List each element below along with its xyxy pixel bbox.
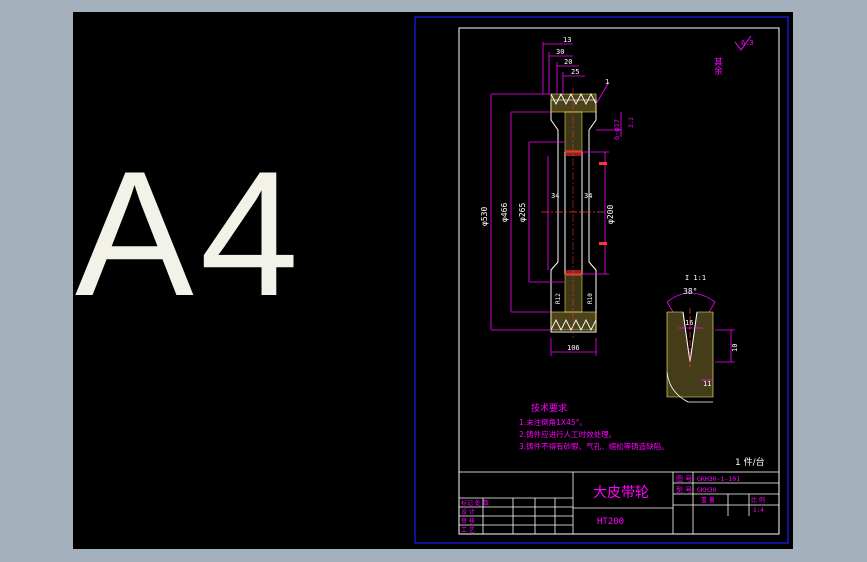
roughness-note: 其余 — [712, 57, 723, 76]
svg-text:6.3: 6.3 — [741, 39, 754, 47]
dim-dia200: φ200 — [606, 205, 615, 224]
detail-angle: 38° — [683, 287, 697, 296]
dim-dia265: φ265 — [518, 203, 527, 222]
material: HT200 — [597, 517, 624, 527]
tech-req-item-2: 2.铸件应进行人工时效处理。 — [519, 429, 616, 439]
part-name: 大皮带轮 — [593, 485, 649, 501]
dim-30: 30 — [556, 48, 564, 56]
dim-20: 20 — [564, 58, 572, 66]
roughness-symbol: 6.3 — [734, 35, 754, 51]
dim-13: 13 — [563, 36, 571, 44]
tech-req-item-1: 1.未注倒角1X45°。 — [519, 417, 587, 427]
dim-34-right: 34 — [584, 192, 592, 200]
hole-marker-top — [599, 162, 607, 165]
detail-10: 10 — [731, 344, 739, 352]
groove-roughness: 3.2 — [628, 117, 635, 128]
dim-dia466: φ466 — [500, 203, 509, 222]
dim-25: 25 — [571, 68, 579, 76]
dim-r10: R10 — [587, 293, 594, 304]
scale-label: 比 例 — [751, 496, 765, 504]
outer-frame — [414, 16, 789, 544]
quantity-note: 1 件/台 — [735, 456, 765, 468]
dim-width106: 106 — [567, 344, 580, 352]
pulley-section — [541, 88, 607, 338]
detail-scale: I 1:1 — [685, 274, 706, 282]
tech-req-item-3: 3.铸件不得有砂眼、气孔、缩松等铸造缺陷。 — [519, 441, 669, 451]
drawing-viewport[interactable]: A4 6.3 其余 13 30 20 25 1 6-φ17 φ530 φ466 … — [73, 12, 793, 549]
sheet-size-label: A4 — [75, 134, 305, 333]
detail-16: 16 — [685, 319, 693, 327]
cad-drawing-canvas: A4 6.3 其余 13 30 20 25 1 6-φ17 φ530 φ466 … — [75, 16, 789, 544]
tb-row-4: 工 艺 — [461, 526, 475, 534]
detail-11: 11 — [703, 380, 711, 388]
inner-frame — [458, 27, 780, 535]
code: GKH30 — [697, 486, 717, 494]
dim-34-left: 34 — [551, 192, 559, 200]
drawing-no: GKH30-1-101 — [697, 475, 740, 483]
drawing-no-label: 图 号 — [676, 475, 692, 483]
hole-marker-bottom — [599, 242, 607, 245]
dim-r12: R12 — [555, 293, 562, 304]
tb-row-3: 审 核 — [461, 517, 475, 525]
groove-detail — [666, 292, 735, 403]
scale-value: 1:4 — [753, 507, 764, 514]
dim-chamfer: 1 — [605, 78, 609, 86]
dim-dia530: φ530 — [480, 207, 489, 226]
tb-row-1: 标记 处 数 — [461, 499, 489, 507]
dim-holes: 6-φ17 — [613, 119, 621, 140]
weight-label: 重 量 — [701, 496, 715, 504]
tb-row-2: 设 计 — [461, 508, 475, 516]
code-label: 型 号 — [676, 485, 692, 494]
tech-req-title: 技术要求 — [531, 402, 567, 414]
